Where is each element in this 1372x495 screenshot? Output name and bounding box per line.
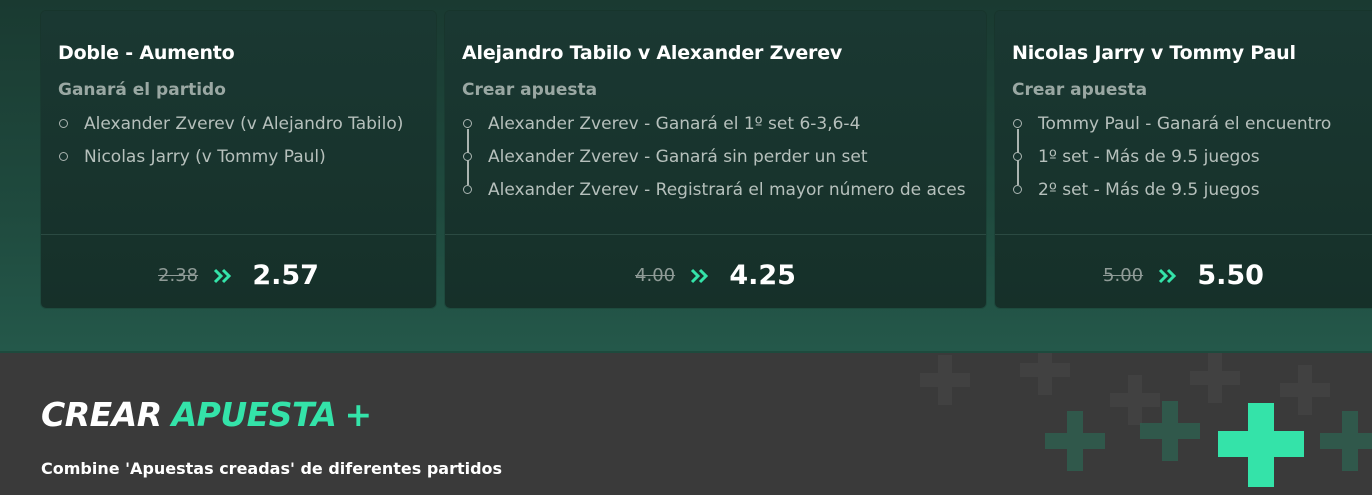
- old-odds: 2.38: [158, 265, 199, 286]
- odds-button[interactable]: 5.00 5.50: [995, 260, 1372, 291]
- double-chevron-right-icon: [1159, 268, 1177, 283]
- card-subtitle: Crear apuesta: [462, 80, 598, 100]
- selection-list: Tommy Paul - Ganará el encuentro 1º set …: [1012, 111, 1331, 210]
- selection-item: Alexander Zverev - Registrará el mayor n…: [462, 177, 966, 210]
- selection-dot-icon: [1013, 185, 1022, 194]
- card-title: Doble - Aumento: [58, 42, 235, 64]
- card-subtitle: Crear apuesta: [1012, 80, 1148, 100]
- new-odds: 2.57: [252, 260, 319, 291]
- card-divider: [445, 234, 986, 235]
- selection-dot-icon: [463, 152, 472, 161]
- selection-dot-icon: [1013, 152, 1022, 161]
- card-subtitle: Ganará el partido: [58, 80, 226, 100]
- bet-card-tabilo-zverev[interactable]: Alejandro Tabilo v Alexander Zverev Crea…: [445, 11, 986, 308]
- banner-description: Combine 'Apuestas creadas' de diferentes…: [41, 459, 503, 478]
- selection-label: 1º set - Más de 9.5 juegos: [1038, 147, 1260, 167]
- double-chevron-right-icon: [691, 268, 709, 283]
- plus-icon: +: [344, 395, 372, 434]
- bet-cards-section: Doble - Aumento Ganará el partido Alexan…: [0, 0, 1372, 351]
- selection-dot-icon: [463, 185, 472, 194]
- selection-list: Alexander Zverev (v Alejandro Tabilo) Ni…: [58, 111, 403, 177]
- selection-dot-icon: [1013, 119, 1022, 128]
- plus-icon: [1218, 403, 1304, 487]
- new-odds: 4.25: [729, 260, 796, 291]
- odds-button[interactable]: 4.00 4.25: [445, 260, 986, 291]
- bet-card-doble-aumento[interactable]: Doble - Aumento Ganará el partido Alexan…: [41, 11, 436, 308]
- selection-label: Alexander Zverev - Registrará el mayor n…: [488, 180, 966, 200]
- old-odds: 5.00: [1103, 265, 1144, 286]
- plus-pattern-decoration: [920, 353, 1372, 487]
- selection-list: Alexander Zverev - Ganará el 1º set 6-3,…: [462, 111, 966, 210]
- selection-label: Alexander Zverev - Ganará sin perder un …: [488, 147, 868, 167]
- selection-item: 2º set - Más de 9.5 juegos: [1012, 177, 1331, 210]
- card-title: Alejandro Tabilo v Alexander Zverev: [462, 42, 843, 64]
- double-chevron-right-icon: [214, 268, 232, 283]
- selection-item: Alexander Zverev (v Alejandro Tabilo): [58, 111, 403, 144]
- banner-title: CREAR APUESTA +: [41, 395, 372, 434]
- selection-dot-icon: [59, 119, 68, 128]
- selection-label: Tommy Paul - Ganará el encuentro: [1038, 114, 1332, 134]
- selection-label: Alexander Zverev (v Alejandro Tabilo): [84, 114, 404, 134]
- new-odds: 5.50: [1197, 260, 1264, 291]
- selection-item: Nicolas Jarry (v Tommy Paul): [58, 144, 403, 177]
- bet-card-jarry-paul[interactable]: Nicolas Jarry v Tommy Paul Crear apuesta…: [995, 11, 1372, 308]
- selection-item: Alexander Zverev - Ganará sin perder un …: [462, 144, 966, 177]
- selection-item: Tommy Paul - Ganará el encuentro: [1012, 111, 1331, 144]
- selection-dot-icon: [463, 119, 472, 128]
- selection-label: 2º set - Más de 9.5 juegos: [1038, 180, 1260, 200]
- selection-item: Alexander Zverev - Ganará el 1º set 6-3,…: [462, 111, 966, 144]
- selection-dot-icon: [59, 152, 68, 161]
- old-odds: 4.00: [635, 265, 676, 286]
- selection-item: 1º set - Más de 9.5 juegos: [1012, 144, 1331, 177]
- banner-title-crear: CREAR: [41, 395, 162, 434]
- crear-apuesta-banner[interactable]: CREAR APUESTA + Combine 'Apuestas creadas'…: [0, 351, 1372, 495]
- card-divider: [41, 234, 436, 235]
- selection-label: Alexander Zverev - Ganará el 1º set 6-3,…: [488, 114, 861, 134]
- card-title: Nicolas Jarry v Tommy Paul: [1012, 42, 1296, 64]
- odds-button[interactable]: 2.38 2.57: [41, 260, 436, 291]
- card-divider: [995, 234, 1372, 235]
- selection-label: Nicolas Jarry (v Tommy Paul): [84, 147, 326, 167]
- banner-title-apuesta: APUESTA: [171, 395, 337, 434]
